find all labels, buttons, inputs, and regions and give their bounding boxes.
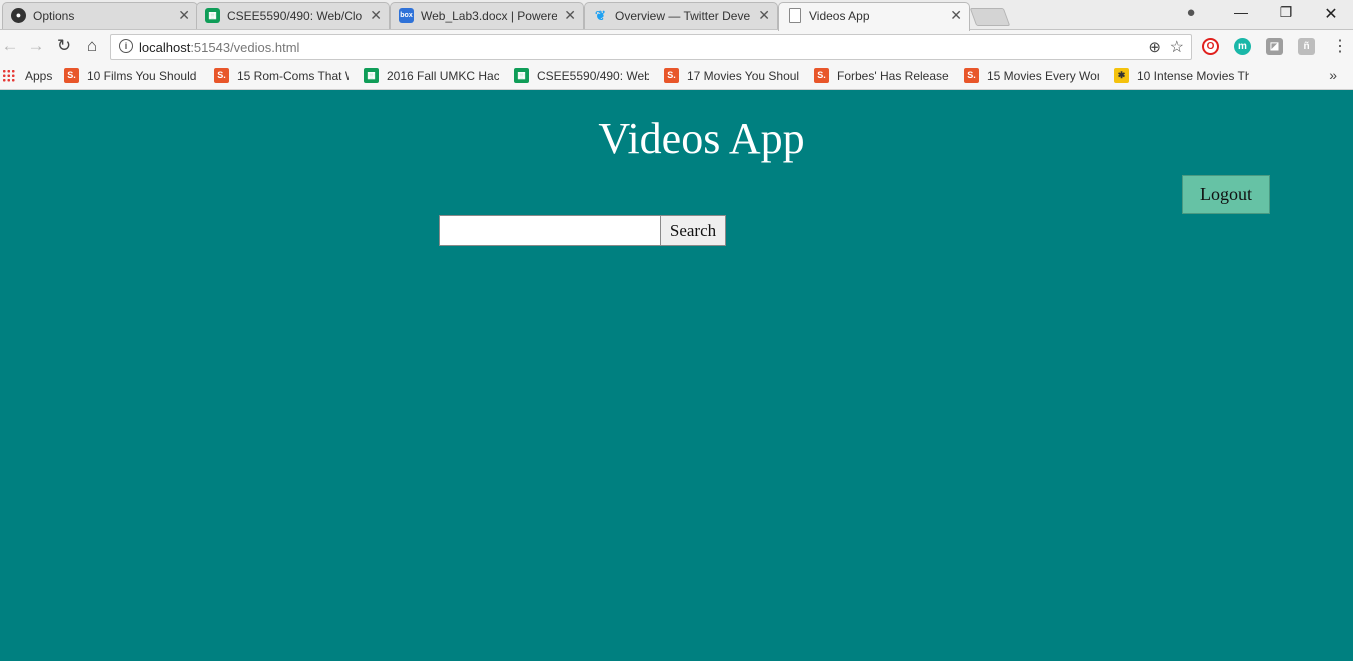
- menu-icon[interactable]: ⋮: [1332, 36, 1348, 56]
- tab-title: Overview — Twitter Deve: [615, 9, 751, 23]
- s-icon: S.: [214, 68, 229, 84]
- search-input[interactable]: [439, 215, 661, 246]
- sheets-icon: ▦: [514, 68, 529, 84]
- browser-toolbar: ← → ↻ ⌂ i localhost:51543/vedios.html ⊕ …: [0, 30, 1353, 63]
- url-path: :51543/vedios.html: [190, 40, 300, 55]
- window-close-icon[interactable]: ✕: [1311, 4, 1351, 24]
- minimize-icon[interactable]: —: [1221, 4, 1261, 20]
- box-icon: box: [399, 8, 414, 23]
- info-icon[interactable]: i: [119, 39, 133, 53]
- bookmark-label: 10 Films You Should W: [87, 68, 197, 83]
- bookmarks-bar: Apps S. 10 Films You Should W S. 15 Rom-Co…: [0, 63, 1353, 90]
- bookmark-label: CSEE5590/490: Web/C: [537, 68, 649, 83]
- tab-title: Options: [33, 9, 75, 23]
- s-icon: S.: [64, 68, 79, 84]
- reload-icon[interactable]: ↻: [54, 36, 74, 56]
- bookmark-label: Forbes' Has Released: [837, 68, 949, 83]
- url-host: localhost: [139, 40, 191, 55]
- close-icon[interactable]: ✕: [758, 7, 770, 24]
- s-icon: S.: [664, 68, 679, 84]
- logout-button[interactable]: Logout: [1182, 175, 1270, 214]
- bookmark-label: 15 Rom-Coms That W: [237, 68, 349, 83]
- mailtrack-icon[interactable]: m: [1234, 38, 1251, 55]
- address-bar[interactable]: i localhost:51543/vedios.html ⊕ ☆: [110, 34, 1192, 60]
- tab-options[interactable]: ● Options ✕: [2, 2, 198, 29]
- bookmark-item[interactable]: S. 15 Movies Every Wom: [964, 68, 1099, 85]
- close-icon[interactable]: ✕: [178, 7, 190, 24]
- extension-icon[interactable]: ◪: [1266, 38, 1283, 55]
- bookmark-item[interactable]: S. 17 Movies You Should: [664, 68, 799, 85]
- chevron-right-icon[interactable]: »: [1329, 67, 1337, 83]
- bookmark-item[interactable]: ▦ CSEE5590/490: Web/C: [514, 68, 649, 85]
- page-icon: [789, 8, 801, 23]
- tab-videos-app[interactable]: Videos App ✕: [778, 2, 970, 31]
- tab-title: Videos App: [809, 9, 870, 23]
- s-icon: S.: [814, 68, 829, 84]
- bookmark-item[interactable]: S. Forbes' Has Released: [814, 68, 949, 85]
- bookmark-label: Apps: [25, 68, 53, 83]
- tab-strip: ● Options ✕ ▦ CSEE5590/490: Web/Cloud ✕ …: [0, 0, 1353, 31]
- address-url: localhost:51543/vedios.html: [139, 40, 299, 55]
- bookmark-item[interactable]: S. 15 Rom-Coms That W: [214, 68, 349, 85]
- bookmark-label: 2016 Fall UMKC Hack: [387, 68, 499, 83]
- close-icon[interactable]: ✕: [564, 7, 576, 24]
- opera-icon[interactable]: O: [1202, 38, 1219, 55]
- tab-twitter-dev[interactable]: ❦ Overview — Twitter Deve ✕: [584, 2, 778, 29]
- github-icon: ●: [11, 8, 26, 23]
- new-tab-button[interactable]: [969, 8, 1011, 26]
- sheets-icon: ▦: [364, 68, 379, 84]
- search-button[interactable]: Search: [660, 215, 726, 246]
- bulb-icon: ✱: [1114, 68, 1129, 84]
- page-title: Videos App: [598, 114, 805, 163]
- sheets-icon: ▦: [205, 8, 220, 23]
- bookmark-star-icon[interactable]: ☆: [1170, 37, 1184, 57]
- bookmark-item[interactable]: ▦ 2016 Fall UMKC Hack: [364, 68, 499, 85]
- bookmark-label: 17 Movies You Should: [687, 68, 799, 83]
- bookmark-item[interactable]: S. 10 Films You Should W: [64, 68, 197, 85]
- close-icon[interactable]: ✕: [370, 7, 382, 24]
- forward-icon[interactable]: →: [26, 36, 46, 56]
- tab-title: CSEE5590/490: Web/Cloud: [227, 9, 363, 23]
- tab-title: Web_Lab3.docx | Powered: [421, 9, 557, 23]
- tab-csee-sheet[interactable]: ▦ CSEE5590/490: Web/Cloud ✕: [196, 2, 390, 29]
- bookmark-item[interactable]: ✱ 10 Intense Movies Th: [1114, 68, 1249, 85]
- s-icon: S.: [964, 68, 979, 84]
- twitter-icon: ❦: [595, 8, 606, 23]
- home-icon[interactable]: ⌂: [82, 36, 102, 56]
- apps-grid-icon: [2, 69, 15, 83]
- bookmark-label: 10 Intense Movies Th: [1137, 68, 1249, 83]
- bookmark-label: 15 Movies Every Wom: [987, 68, 1099, 83]
- close-icon[interactable]: ✕: [950, 7, 962, 24]
- zoom-icon[interactable]: ⊕: [1148, 38, 1161, 56]
- back-icon[interactable]: ←: [0, 36, 20, 56]
- bookmark-apps[interactable]: Apps: [2, 68, 52, 85]
- tab-web-lab3[interactable]: box Web_Lab3.docx | Powered ✕: [390, 2, 584, 29]
- extension-icon[interactable]: ñ: [1298, 38, 1315, 55]
- restore-icon[interactable]: ❐: [1266, 4, 1306, 21]
- profile-icon[interactable]: ●: [1171, 4, 1211, 21]
